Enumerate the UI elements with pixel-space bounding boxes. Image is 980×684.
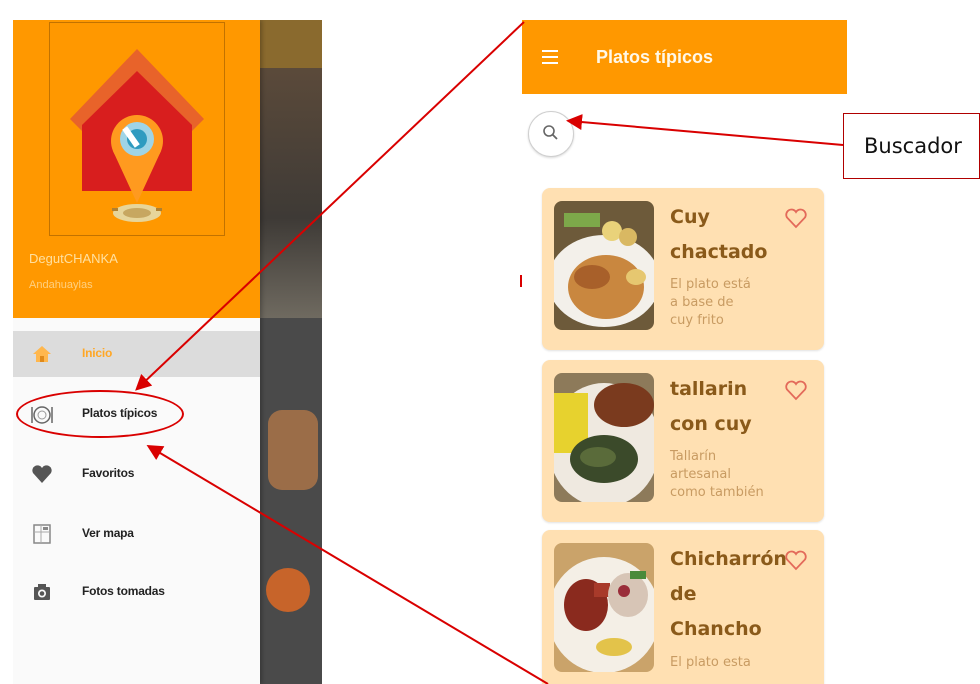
dish-description: El plato esta <box>670 655 751 670</box>
annotation-highlight-ellipse <box>16 390 184 438</box>
dish-photo <box>554 373 654 502</box>
camera-icon <box>31 581 53 603</box>
drawer-screen: DegutCHANKA Andahuaylas Inicio Platos tí… <box>13 20 322 684</box>
dish-photo <box>554 201 654 330</box>
app-logo <box>49 22 225 236</box>
drawer-location: Andahuaylas <box>29 279 93 291</box>
dish-photo <box>554 543 654 672</box>
dish-card[interactable]: Cuy chactado El plato está a base de cuy… <box>542 188 824 350</box>
map-icon <box>31 523 53 545</box>
dish-description: El plato está a base de cuy frito <box>670 277 751 328</box>
drawer-app-name: DegutCHANKA <box>29 251 118 266</box>
search-icon <box>543 125 558 140</box>
dish-name: Cuy chactado <box>670 206 768 263</box>
drawer-item-label: Ver mapa <box>82 526 134 540</box>
search-button[interactable] <box>528 111 574 157</box>
dish-name: Chicharrón de Chancho <box>670 548 787 640</box>
dish-description: Tallarín artesanal como también <box>670 449 764 500</box>
annotation-mark <box>520 275 522 287</box>
annotation-callout: Buscador <box>843 113 980 179</box>
background-content <box>260 20 322 684</box>
menu-icon[interactable] <box>542 50 558 64</box>
drawer-item-label: Favoritos <box>82 466 135 480</box>
favorite-heart-icon[interactable] <box>784 206 808 230</box>
drawer-item-inicio[interactable]: Inicio <box>13 331 260 377</box>
favorite-heart-icon[interactable] <box>784 548 808 572</box>
platos-screen: Platos típicos Cuy chactado El plato est… <box>522 20 847 684</box>
drawer-item-favoritos[interactable]: Favoritos <box>13 451 260 497</box>
drawer-header: DegutCHANKA Andahuaylas <box>13 20 260 318</box>
drawer-item-ver-mapa[interactable]: Ver mapa <box>13 511 260 557</box>
drawer-item-label: Fotos tomadas <box>82 584 165 598</box>
home-icon <box>31 343 53 365</box>
dish-card[interactable]: Chicharrón de Chancho El plato esta <box>542 530 824 684</box>
drawer-item-label: Inicio <box>82 346 113 360</box>
favorite-heart-icon[interactable] <box>784 378 808 402</box>
callout-label: Buscador <box>864 134 962 158</box>
dish-name: tallarin con cuy <box>670 378 752 435</box>
dish-card[interactable]: tallarin con cuy Tallarín artesanal como… <box>542 360 824 522</box>
heart-icon <box>31 463 53 485</box>
page-title: Platos típicos <box>596 47 714 67</box>
drawer-item-fotos-tomadas[interactable]: Fotos tomadas <box>13 569 260 615</box>
navigation-drawer: DegutCHANKA Andahuaylas Inicio Platos tí… <box>13 20 260 684</box>
app-bar: Platos típicos <box>522 20 847 94</box>
